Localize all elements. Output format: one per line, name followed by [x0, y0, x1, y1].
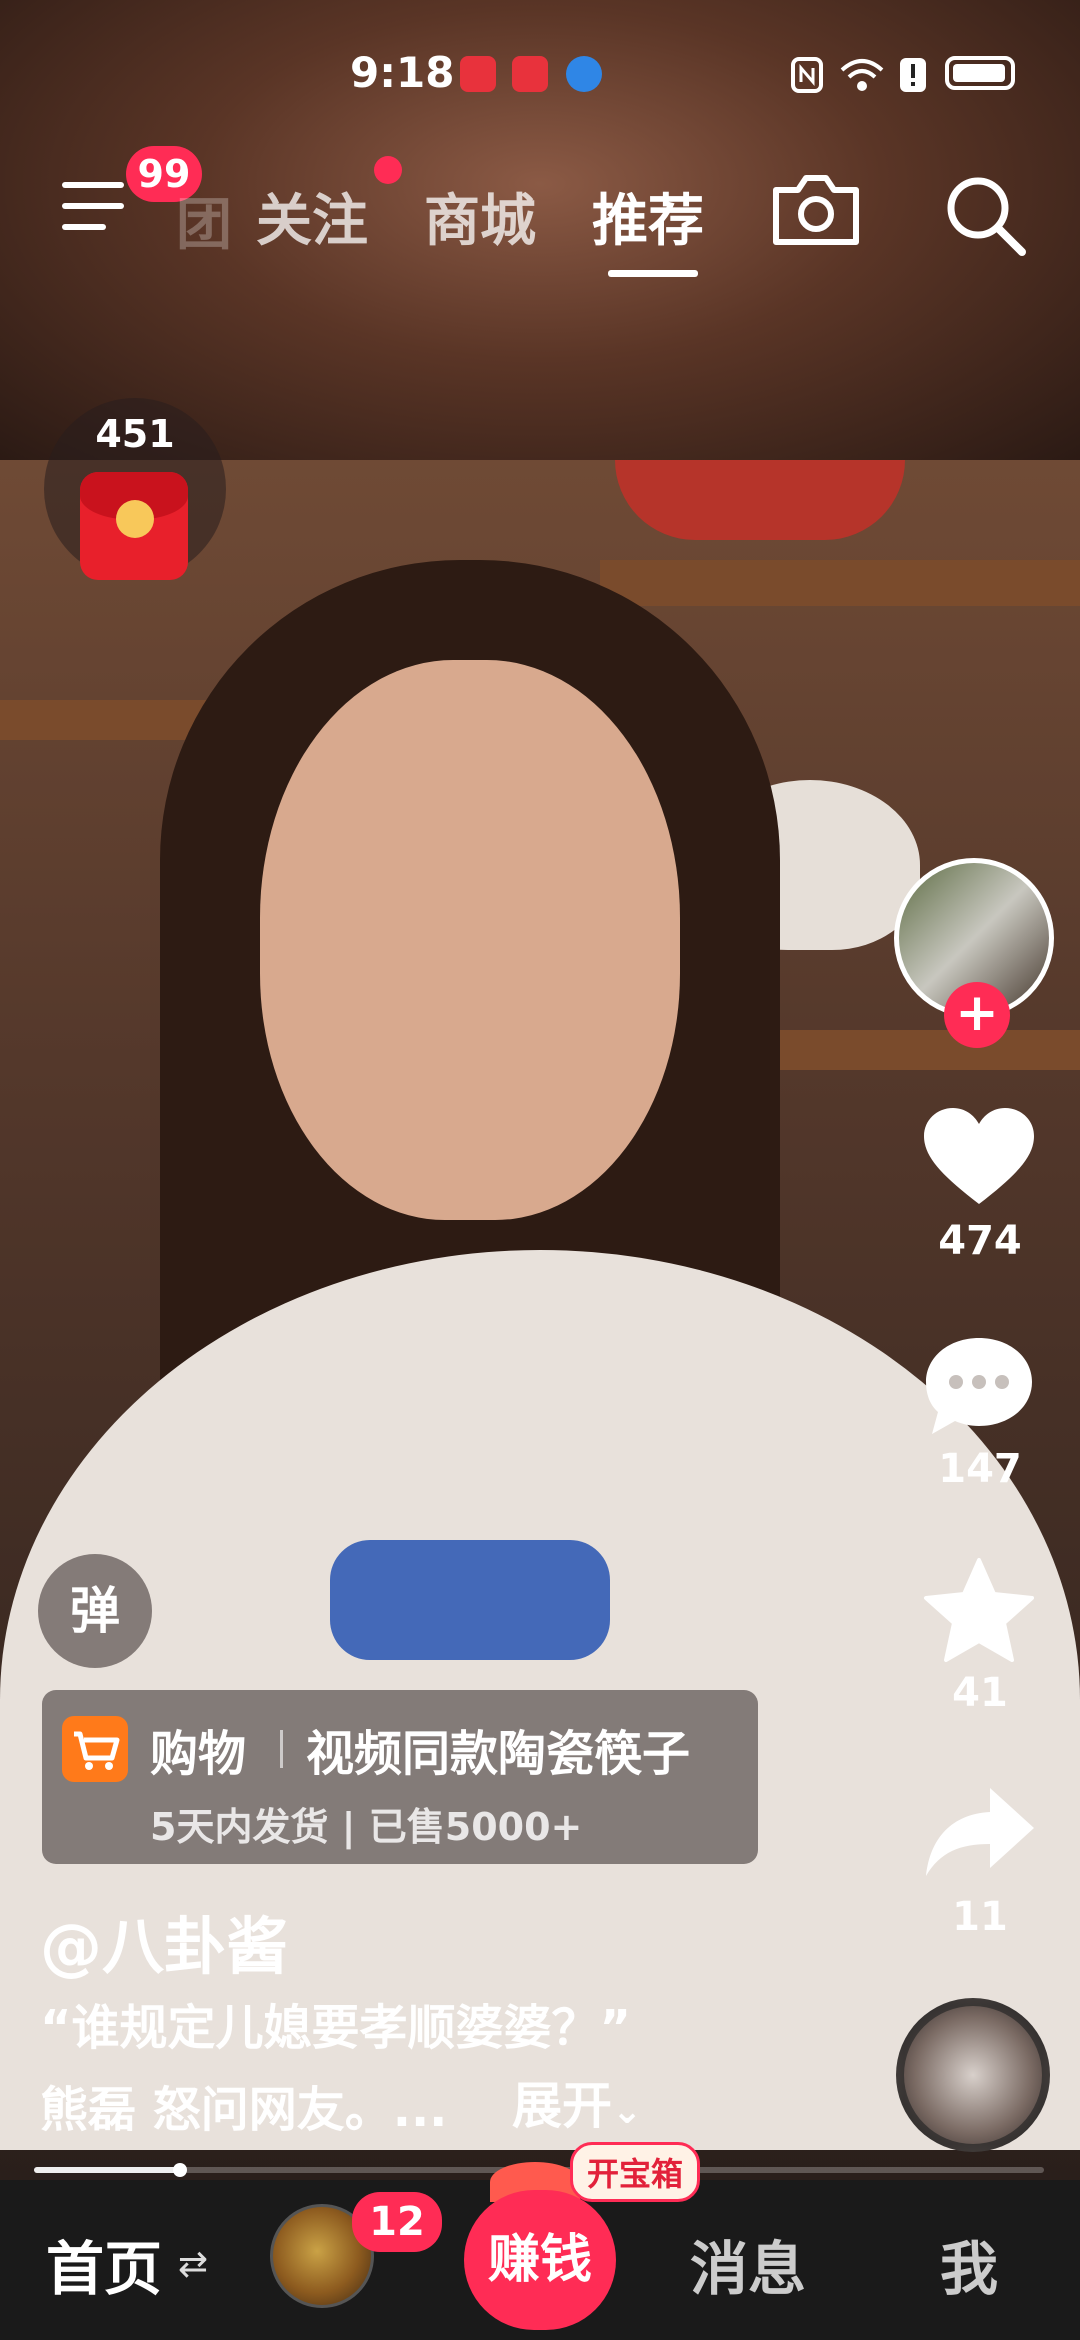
comment-count: 147 — [938, 1446, 1022, 1492]
tab-recommend[interactable]: 推荐 — [592, 176, 704, 257]
nav-messages[interactable]: 消息 — [690, 2222, 806, 2306]
like-count: 474 — [938, 1218, 1022, 1264]
browser-app-icon — [566, 56, 602, 92]
share-count: 11 — [952, 1894, 1008, 1940]
follow-button[interactable]: + — [944, 982, 1010, 1048]
favorite-count: 41 — [952, 1670, 1008, 1716]
heart-icon[interactable] — [920, 1104, 1038, 1214]
video-plate — [615, 460, 905, 540]
active-tab-indicator — [608, 270, 698, 277]
video-shelf — [760, 1030, 1080, 1070]
tab-partial[interactable]: 团 — [176, 180, 232, 261]
huawei-app-icon — [460, 56, 496, 92]
music-disc[interactable] — [896, 1998, 1050, 2152]
treasure-tag[interactable]: 开宝箱 — [570, 2142, 701, 2202]
expand-caption-button[interactable]: 展开⌄ — [512, 2066, 642, 2138]
tab-mall[interactable]: 商城 — [424, 176, 536, 257]
comment-icon[interactable] — [920, 1332, 1038, 1442]
shop-divider — [280, 1730, 283, 1768]
status-time: 9:18 — [350, 48, 455, 97]
menu-button[interactable] — [62, 178, 124, 234]
nav-avatar-badge: 12 — [352, 2192, 442, 2252]
chevron-down-icon: ⌄ — [612, 2091, 643, 2132]
huawei-app-icon — [512, 56, 548, 92]
alert-icon — [900, 58, 926, 92]
author-username[interactable]: @八卦酱 — [40, 1896, 288, 1986]
wifi-icon — [840, 59, 884, 91]
shop-title: 视频同款陶瓷筷子 — [306, 1726, 691, 1782]
cart-icon — [62, 1716, 128, 1782]
camera-icon[interactable] — [770, 172, 862, 248]
red-packet-count: 451 — [95, 412, 175, 456]
expand-label: 展开 — [512, 2077, 612, 2135]
video-shirt-print — [330, 1540, 610, 1660]
nfc-icon — [791, 57, 823, 93]
star-icon[interactable] — [920, 1556, 1038, 1666]
shop-tag: 购物 — [150, 1726, 247, 1782]
battery-icon — [945, 56, 1015, 90]
caption-line-1: “谁规定儿媳要孝顺婆婆？” — [40, 2000, 632, 2056]
video-shelf — [600, 560, 1080, 606]
search-icon[interactable] — [940, 170, 1030, 260]
swap-icon: ⇄ — [178, 2244, 209, 2285]
red-packet-coin — [116, 500, 154, 538]
caption-line-2: 熊磊 怒问网友。... — [40, 2082, 448, 2138]
earn-button[interactable]: 赚钱 — [464, 2190, 616, 2330]
nav-home[interactable]: 首页 — [46, 2222, 162, 2306]
nav-me[interactable]: 我 — [940, 2222, 998, 2306]
follow-new-dot — [374, 156, 402, 184]
video-person-face — [260, 660, 680, 1220]
danmaku-button[interactable]: 弹 — [38, 1554, 152, 1668]
tab-follow[interactable]: 关注 — [256, 176, 368, 257]
video-progress-fill — [34, 2167, 181, 2173]
shop-subtitle: 5天内发货 | 已售5000+ — [150, 1805, 583, 1849]
screen: 9:18 99 团 关注 商城 推荐 451 + 474 147 41 11 弹… — [0, 0, 1080, 2340]
share-icon[interactable] — [920, 1780, 1038, 1890]
